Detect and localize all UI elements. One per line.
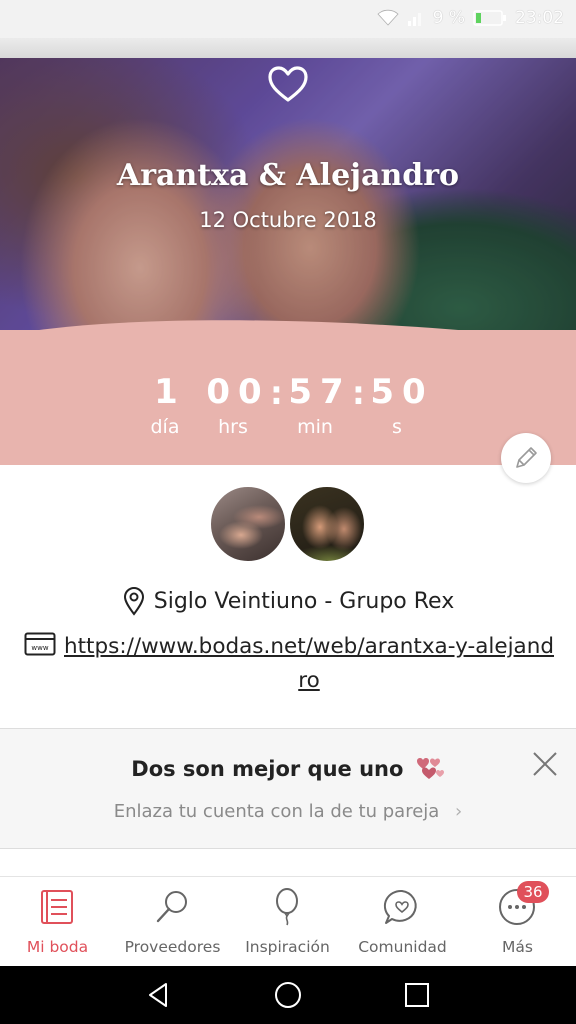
system-navigation-bar xyxy=(0,966,576,1024)
notification-badge: 36 xyxy=(517,881,549,903)
balloon-icon xyxy=(276,888,298,926)
edit-button[interactable] xyxy=(501,433,551,483)
tab-label: Comunidad xyxy=(358,938,447,956)
partner-card-subtitle-row: Enlaza tu cuenta con la de tu pareja › xyxy=(0,801,576,822)
countdown-panel: 1 00 : 57 : 50 día hrs min s xyxy=(0,330,576,465)
search-icon xyxy=(156,891,187,923)
website-link[interactable]: https://www.bodas.net/web/arantxa-y-alej… xyxy=(64,630,554,698)
heart-icon xyxy=(268,66,308,102)
venue-row[interactable]: Siglo Veintiuno - Grupo Rex xyxy=(0,586,576,616)
tab-inspiracion[interactable]: Inspiración xyxy=(230,877,345,966)
tab-comunidad[interactable]: Comunidad xyxy=(345,877,460,966)
home-icon[interactable] xyxy=(273,980,303,1010)
battery-icon xyxy=(473,10,506,26)
tab-label: Más xyxy=(502,938,533,956)
venue-name: Siglo Veintiuno - Grupo Rex xyxy=(153,588,455,614)
close-icon[interactable] xyxy=(530,749,560,779)
partner-card-title: Dos son mejor que uno xyxy=(131,757,404,781)
chat-heart-icon xyxy=(383,889,417,924)
divider xyxy=(0,848,576,849)
wifi-icon xyxy=(377,9,399,26)
couple-cover-photo: Arantxa & Alejandro 12 Octubre 2018 xyxy=(0,58,576,338)
countdown-seconds: 50 xyxy=(370,372,434,412)
partner-card-title-row: Dos son mejor que uno xyxy=(0,755,576,781)
countdown-hours-label: hrs xyxy=(218,416,248,438)
signal-icon xyxy=(407,13,421,26)
countdown-minutes: 57 xyxy=(288,372,352,412)
location-pin-icon xyxy=(123,587,144,616)
tab-label: Inspiración xyxy=(245,938,330,956)
status-time: 23:02 xyxy=(515,8,564,28)
wedding-date: 12 Octubre 2018 xyxy=(199,208,377,232)
avatar[interactable] xyxy=(287,484,367,564)
countdown-minutes-label: min xyxy=(297,416,333,438)
battery-percent: 9 % xyxy=(432,8,465,28)
countdown-separator: : xyxy=(270,374,283,412)
website-icon: www xyxy=(24,632,56,656)
countdown-separator: : xyxy=(352,374,365,412)
couple-names: Arantxa & Alejandro xyxy=(116,158,460,193)
svg-text:www: www xyxy=(31,644,48,652)
tab-label: Proveedores xyxy=(124,938,221,956)
chevron-right-icon: › xyxy=(455,801,463,822)
pencil-icon xyxy=(516,447,537,468)
countdown-hours: 00 xyxy=(206,372,270,412)
status-icons: 9 % 23:02 xyxy=(377,8,564,28)
tab-proveedores[interactable]: Proveedores xyxy=(115,877,230,966)
status-bar: 9 % 23:02 xyxy=(0,0,576,38)
app-screen: 9 % 23:02 Arantxa & Alejandro 12 Octubre… xyxy=(0,0,576,1024)
tab-mi-boda[interactable]: Mi boda xyxy=(0,877,115,966)
recent-apps-icon[interactable] xyxy=(402,980,432,1010)
countdown-seconds-label: s xyxy=(392,416,402,438)
hearts-icon xyxy=(416,758,444,779)
back-icon[interactable] xyxy=(144,980,174,1010)
countdown-days-label: día xyxy=(150,416,180,438)
avatar[interactable] xyxy=(208,484,288,564)
tab-label: Mi boda xyxy=(26,938,89,956)
app-header-strip xyxy=(0,38,576,58)
partner-card-subtitle: Enlaza tu cuenta con la de tu pareja xyxy=(113,801,440,822)
link-partner-card[interactable]: Dos son mejor que uno Enlaza tu cuenta c… xyxy=(0,729,576,849)
bottom-tab-bar: Mi boda Proveedores Inspiración Comunida… xyxy=(0,877,576,966)
countdown-days: 1 xyxy=(154,372,186,412)
wedding-planner-icon xyxy=(41,890,73,924)
